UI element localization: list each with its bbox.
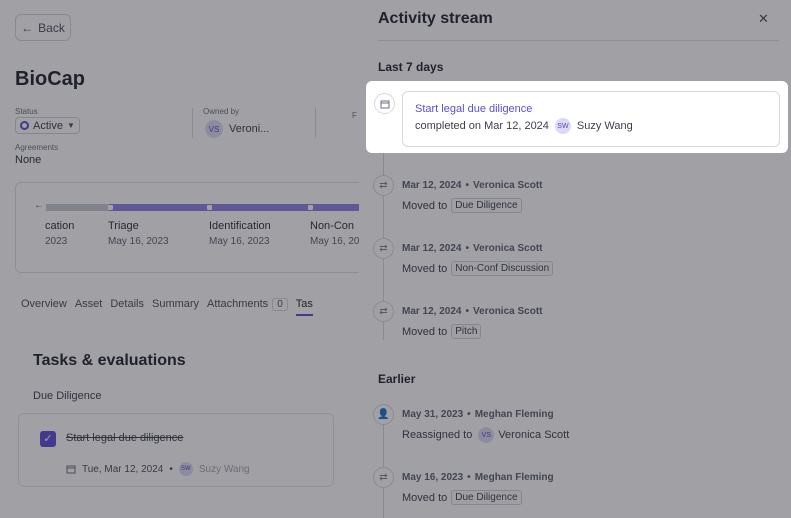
user-avatar: SW <box>554 118 571 134</box>
task-link[interactable]: Start legal due diligence <box>415 103 532 115</box>
drawer-dim-overlay <box>359 0 791 518</box>
highlighted-activity: Start legal due diligence completed on M… <box>366 81 788 153</box>
activity-card: Start legal due diligence completed on M… <box>402 91 780 147</box>
modal-backdrop[interactable] <box>0 0 360 518</box>
activity-drawer: Activity stream ✕ Last 7 days ⇄ Mar 12, … <box>359 0 791 518</box>
calendar-icon <box>374 93 395 114</box>
activity-description: completed on Mar 12, 2024 SW Suzy Wang <box>415 118 633 134</box>
